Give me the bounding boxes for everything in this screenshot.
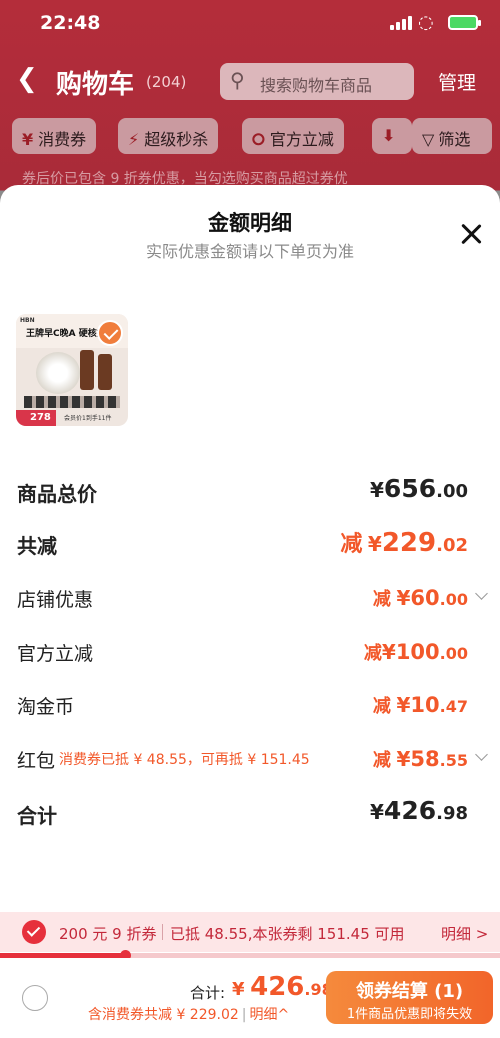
- signal-icon: [390, 16, 412, 30]
- thumb-bottle: [80, 350, 94, 390]
- flash-icon: ⚡: [128, 130, 140, 149]
- search-input[interactable]: ⚲ 搜索购物车商品: [220, 63, 414, 100]
- product-thumbnail[interactable]: HBN 王牌早C晚A 硬核抗 278 会员价1到手11件: [16, 314, 128, 426]
- coupon-divider: [162, 924, 163, 940]
- coupon-detail-link[interactable]: 明细 >: [441, 923, 488, 944]
- filter-label: 筛选: [438, 130, 471, 149]
- row-value: 减 ¥60.00: [372, 586, 468, 610]
- search-placeholder: 搜索购物车商品: [260, 76, 373, 95]
- row-value: 减 ¥10.47: [372, 693, 468, 717]
- checkout-label: 领券结算 (1): [355, 981, 464, 1002]
- bolt-icon: ⭘: [252, 130, 265, 149]
- row-shop-discount[interactable]: 店铺优惠 减 ¥60.00: [0, 585, 500, 625]
- thumb-price-tag: 278: [16, 410, 56, 426]
- filter-label: 消费券: [38, 130, 87, 149]
- row-value: 减 ¥229.02: [340, 528, 468, 558]
- coupon-check-icon: [22, 920, 46, 944]
- thumb-bottle: [98, 354, 112, 390]
- cart-header: ❮ 购物车 (204) ⚲ 搜索购物车商品 管理: [0, 56, 500, 106]
- coupon-description: 已抵 48.55,本张券剩 151.45 可用: [170, 925, 405, 943]
- filter-bar: ¥ 消费券 ⚡ 超级秒杀 ⭘ 官方立减 ⬇ ▽ 筛选: [0, 118, 500, 156]
- row-total-reduce: 共减 减 ¥229.02: [0, 528, 500, 570]
- filter-label: 官方立减: [269, 130, 334, 149]
- row-total-price: 商品总价 ¥656.00: [0, 474, 500, 518]
- row-label: 商品总价: [17, 482, 97, 506]
- checkout-footer: 合计: ¥ 426.98 含消费券共减 ¥ 229.02 | 明细^ 领券结算 (1…: [0, 958, 500, 1038]
- total-value: ¥ 426.98: [232, 972, 333, 1002]
- filter-more[interactable]: ⬇: [372, 118, 412, 154]
- filter-official-discount[interactable]: ⭘ 官方立减: [242, 118, 344, 154]
- filter-label: 超级秒杀: [144, 130, 209, 149]
- status-bar: 22:48 ◌: [0, 0, 500, 46]
- row-label: 合计: [17, 804, 57, 828]
- row-value: ¥426.98: [370, 796, 468, 825]
- thumb-flower: [36, 352, 80, 394]
- status-time: 22:48: [40, 12, 101, 34]
- row-label: 共减: [17, 534, 57, 558]
- row-label: 官方立减: [17, 643, 94, 665]
- back-icon[interactable]: ❮: [16, 64, 38, 94]
- battery-icon: [448, 15, 481, 30]
- red-packet-note: 消费券已抵 ¥ 48.55，可再抵 ¥ 151.45: [59, 752, 310, 768]
- row-red-packet[interactable]: 红包 消费券已抵 ¥ 48.55，可再抵 ¥ 151.45 减 ¥58.55: [0, 746, 500, 786]
- row-label: 淘金币: [17, 696, 75, 718]
- chevron-down-icon: [475, 748, 488, 761]
- thumb-footer: 会员价1到手11件: [64, 415, 112, 422]
- close-icon[interactable]: [458, 221, 484, 247]
- row-official-discount: 官方立减 减¥100.00: [0, 639, 500, 679]
- row-coins: 淘金币 减 ¥10.47: [0, 692, 500, 732]
- thumb-products-row: [24, 396, 120, 408]
- saved-text: 含消费券共减 ¥ 229.02: [88, 1007, 239, 1023]
- detail-toggle[interactable]: 明细^: [250, 1007, 290, 1023]
- row-value: 减¥100.00: [363, 640, 468, 664]
- coupon-strip[interactable]: 200 元 9 折券 已抵 48.55,本张券剩 151.45 可用 明细 >: [0, 912, 500, 952]
- funnel-icon: ▽: [422, 130, 435, 149]
- row-value: ¥656.00: [370, 474, 468, 503]
- more-filter-icon: ⬇: [382, 126, 396, 145]
- thumb-brand: HBN: [20, 317, 35, 324]
- thumb-headline: 王牌早C晚A 硬核抗: [26, 329, 106, 339]
- manage-button[interactable]: 管理: [438, 68, 476, 95]
- checkout-button[interactable]: 领券结算 (1) 1件商品优惠即将失效: [326, 971, 493, 1024]
- row-label: 红包: [17, 750, 56, 772]
- chevron-down-icon: [475, 587, 488, 600]
- select-all-checkbox[interactable]: [22, 985, 48, 1011]
- row-sum: 合计 ¥426.98: [0, 796, 500, 840]
- filter-flash-sale[interactable]: ⚡ 超级秒杀: [118, 118, 219, 154]
- selected-check-icon: [97, 320, 123, 346]
- row-label: 店铺优惠: [17, 589, 94, 611]
- coupon-name: 200 元 9 折券: [59, 925, 157, 943]
- filter-coupon[interactable]: ¥ 消费券: [12, 118, 97, 154]
- page-title: 购物车: [56, 70, 135, 100]
- saved-summary: 含消费券共减 ¥ 229.02 | 明细^: [88, 1007, 290, 1023]
- sheet-title: 金额明细: [208, 211, 292, 235]
- sheet-subtitle: 实际优惠金额请以下单页为准: [145, 242, 354, 261]
- coupon-icon: ¥: [22, 130, 34, 149]
- search-icon: ⚲: [230, 68, 245, 92]
- checkout-subtitle: 1件商品优惠即将失效: [346, 1007, 473, 1022]
- total-label: 合计:: [190, 984, 226, 1002]
- wifi-icon: ◌: [418, 12, 434, 33]
- row-value: 减 ¥58.55: [372, 747, 468, 771]
- filter-button[interactable]: ▽ 筛选: [412, 118, 492, 154]
- amount-detail-sheet: 金额明细 实际优惠金额请以下单页为准 HBN 王牌早C晚A 硬核抗 278 会员…: [0, 185, 500, 1038]
- cart-count: (204): [146, 73, 187, 91]
